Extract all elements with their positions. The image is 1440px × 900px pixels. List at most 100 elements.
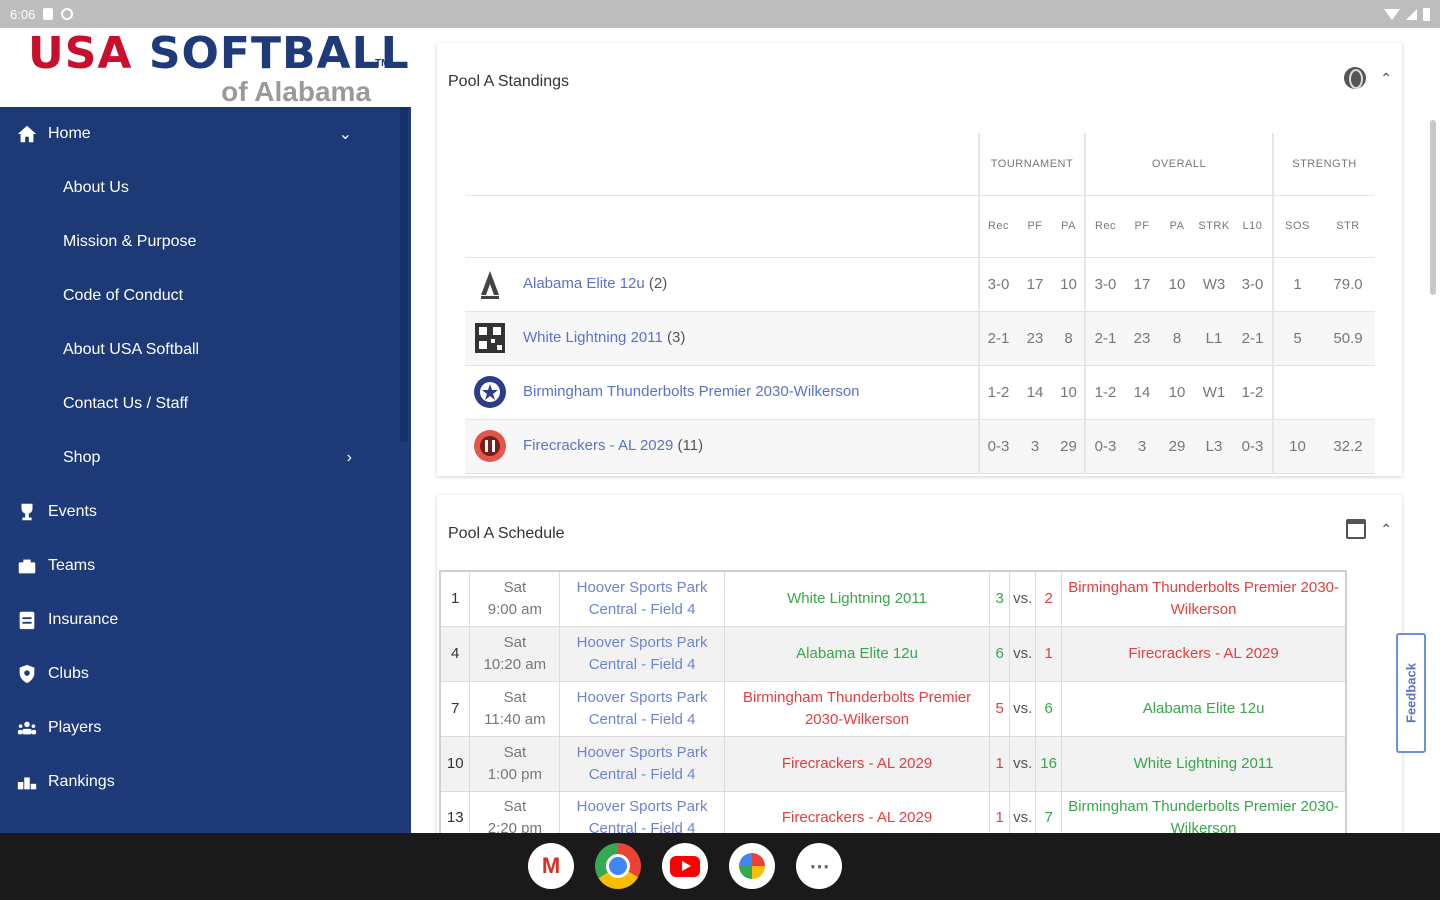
sidebar-item-players[interactable]: Players — [0, 701, 411, 755]
feedback-button[interactable]: Feedback — [1396, 633, 1426, 753]
vs-label: vs. — [1009, 570, 1037, 627]
away-team-link[interactable]: Alabama Elite 12u — [1061, 680, 1347, 737]
away-score: 2 — [1035, 570, 1063, 627]
sidebar-item-events[interactable]: Events — [0, 485, 411, 539]
team-logo — [474, 430, 506, 462]
sidebar-item-code-of-conduct[interactable]: Code of Conduct — [0, 269, 400, 323]
app-dock: M ⋯ — [528, 843, 842, 889]
column-header[interactable]: STR — [1321, 195, 1375, 258]
sidebar-item-mission[interactable]: Mission & Purpose — [0, 215, 400, 269]
column-header[interactable]: SOS — [1272, 195, 1321, 258]
group-header: STRENGTH — [1272, 133, 1375, 196]
column-header[interactable]: PF — [1017, 195, 1053, 258]
wifi-icon — [1384, 8, 1400, 20]
sidebar-item-home[interactable]: Home ⌄ — [0, 107, 400, 161]
standings-title: Pool A Standings — [448, 73, 569, 90]
main-scrollbar[interactable] — [1430, 120, 1436, 295]
game-location-link[interactable]: Hoover Sports Park Central - Field 4 — [559, 735, 725, 792]
away-team-link[interactable]: Birmingham Thunderbolts Premier 2030-Wil… — [1061, 790, 1347, 833]
schedule-row: 10 Sat 1:00 pm Hoover Sports Park Central - … — [439, 735, 1347, 792]
home-section: Home ⌄ About Us Mission & Purpose Code o… — [0, 107, 400, 485]
away-team-link[interactable]: White Lightning 2011 — [1061, 735, 1347, 792]
sidebar-item-rankings[interactable]: Rankings — [0, 755, 411, 809]
team-link[interactable]: Birmingham Thunderbolts Premier 2030-Wil… — [523, 383, 860, 400]
sidebar-item-about-us[interactable]: About Us — [0, 161, 400, 215]
team-link[interactable]: Alabama Elite 12u — [523, 275, 645, 292]
away-team-link[interactable]: Firecrackers - AL 2029 — [1061, 625, 1347, 682]
logo-subtitle: of Alabama — [221, 76, 371, 107]
vs-label: vs. — [1009, 625, 1037, 682]
home-icon — [17, 125, 37, 143]
game-number: 4 — [439, 625, 471, 682]
notification-icon — [61, 8, 74, 20]
game-time: Sat 11:40 am — [469, 680, 561, 737]
apps-icon[interactable]: ⋯ — [796, 843, 842, 889]
column-header[interactable]: PA — [1159, 195, 1195, 258]
calendar-icon[interactable] — [1346, 519, 1367, 539]
home-team-link[interactable]: Firecrackers - AL 2029 — [723, 735, 991, 792]
team-link[interactable]: Firecrackers - AL 2029 — [523, 437, 673, 454]
chevron-down-icon[interactable]: ⌄ — [339, 124, 352, 144]
collapse-icon[interactable]: ⌃ — [1380, 70, 1392, 87]
team-logo — [481, 271, 499, 299]
vs-label: vs. — [1009, 680, 1037, 737]
sidebar-item-shop[interactable]: Shop › — [0, 431, 400, 485]
group-header: OVERALL — [1084, 133, 1273, 196]
table-row: Firecrackers - AL 2029 (11) 0-3 3 29 0-3 3 2… — [465, 419, 1375, 474]
column-header[interactable]: Rec — [978, 195, 1017, 258]
team-rank: (3) — [667, 328, 686, 346]
away-team-link[interactable]: Birmingham Thunderbolts Premier 2030-Wil… — [1061, 570, 1347, 627]
sidebar-scrollbar[interactable] — [400, 107, 408, 442]
chrome-icon[interactable] — [595, 843, 641, 889]
sidebar-item-insurance[interactable]: Insurance — [0, 593, 411, 647]
column-header[interactable]: Rec — [1084, 195, 1125, 258]
clipboard-icon — [19, 611, 35, 630]
column-header[interactable]: PA — [1053, 195, 1085, 258]
sidebar: USA SOFTBALL TM of Alabama Home ⌄ About … — [0, 28, 411, 833]
game-number: 7 — [439, 680, 471, 737]
team-rank: (2) — [648, 274, 668, 292]
youtube-icon[interactable] — [662, 843, 708, 889]
standings-table: TOURNAMENT OVERALL STRENGTH Rec PF PA Re… — [465, 133, 1375, 474]
sidebar-item-teams[interactable]: Teams — [0, 539, 411, 593]
away-score: 6 — [1035, 680, 1063, 737]
game-time: Sat 9:00 am — [469, 570, 561, 627]
team-link[interactable]: White Lightning 2011 — [523, 329, 663, 346]
home-team-link[interactable]: Alabama Elite 12u — [723, 625, 991, 682]
home-score: 6 — [989, 625, 1011, 682]
logo-tm: TM — [375, 58, 390, 69]
sidebar-item-contact[interactable]: Contact Us / Staff — [0, 377, 400, 431]
home-score: 1 — [989, 735, 1011, 792]
game-location-link[interactable]: Hoover Sports Park Central - Field 4 — [559, 680, 725, 737]
main-content: Pool A Standings ⌃ TOURNAMENT OVERALL ST… — [411, 28, 1440, 833]
schedule-title: Pool A Schedule — [448, 525, 565, 542]
system-nav-bar: M ⋯ — [0, 833, 1440, 900]
game-time: Sat 2:20 pm — [469, 790, 561, 833]
sidebar-item-label: Home — [48, 125, 91, 142]
game-location-link[interactable]: Hoover Sports Park Central - Field 4 — [559, 790, 725, 833]
photos-icon[interactable] — [729, 843, 775, 889]
vs-label: vs. — [1009, 735, 1037, 792]
home-team-link[interactable]: Birmingham Thunderbolts Premier 2030-Wil… — [723, 680, 991, 737]
collapse-icon[interactable]: ⌃ — [1380, 521, 1392, 538]
column-header[interactable]: PF — [1125, 195, 1159, 258]
shield-icon — [19, 664, 35, 684]
gmail-icon[interactable]: M — [528, 843, 574, 889]
clock: 6:06 — [10, 6, 36, 22]
column-header[interactable]: STRK — [1195, 195, 1233, 258]
home-score: 3 — [989, 570, 1011, 627]
table-row: Birmingham Thunderbolts Premier 2030-Wil… — [465, 365, 1375, 420]
schedule-row: 1 Sat 9:00 am Hoover Sports Park Central - F… — [439, 570, 1347, 627]
home-team-link[interactable]: Firecrackers - AL 2029 — [723, 790, 991, 833]
softball-icon[interactable] — [1344, 67, 1367, 89]
game-number: 13 — [439, 790, 471, 833]
logo[interactable]: USA SOFTBALL TM of Alabama — [0, 28, 411, 107]
sidebar-item-clubs[interactable]: Clubs — [0, 647, 411, 701]
sidebar-item-about-usa-softball[interactable]: About USA Softball — [0, 323, 400, 377]
home-team-link[interactable]: White Lightning 2011 — [723, 570, 991, 627]
chevron-right-icon[interactable]: › — [347, 449, 352, 467]
column-header[interactable]: L10 — [1233, 195, 1273, 258]
game-location-link[interactable]: Hoover Sports Park Central - Field 4 — [559, 570, 725, 627]
game-location-link[interactable]: Hoover Sports Park Central - Field 4 — [559, 625, 725, 682]
players-icon — [17, 721, 37, 735]
